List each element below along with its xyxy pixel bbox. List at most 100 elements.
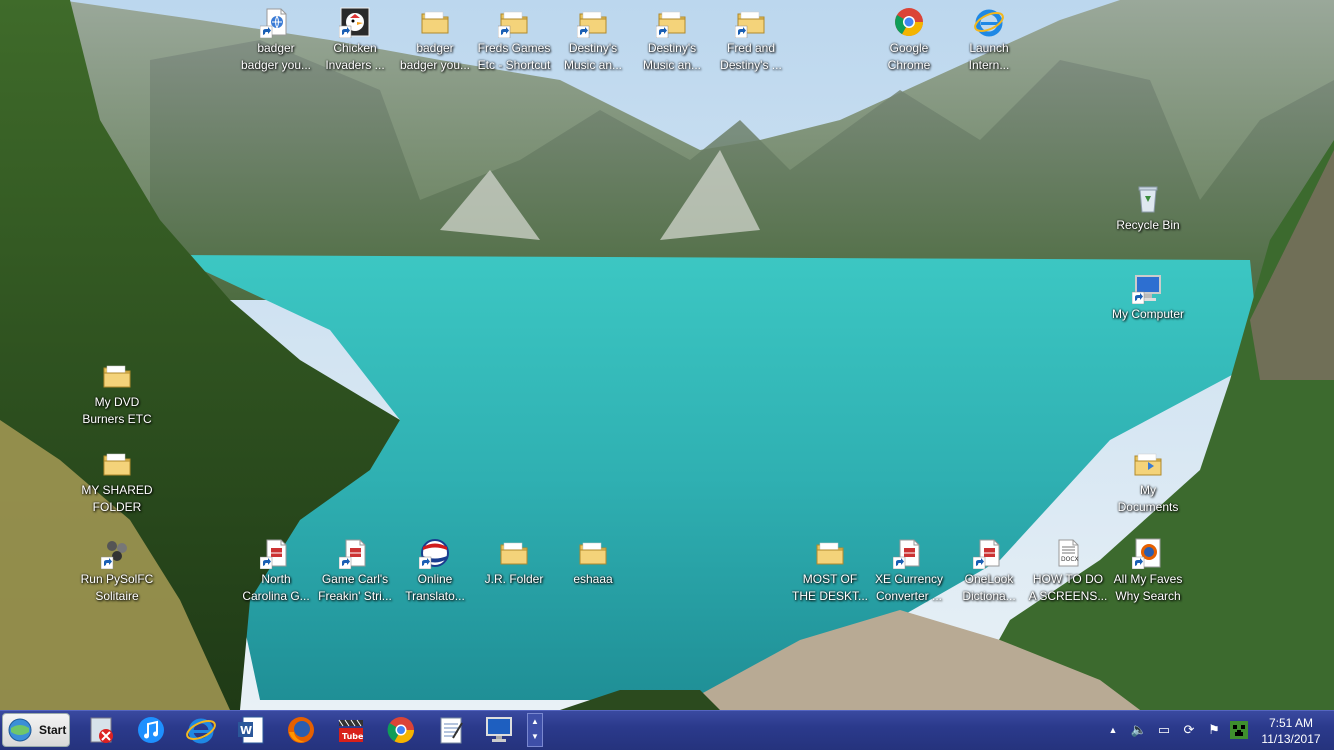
firefox-shortcut-icon	[1132, 537, 1164, 569]
desktop-icon-label: OneLook Dictiona...	[962, 572, 1016, 603]
desktop-icon[interactable]: Game Carl's Freakin' Stri...	[314, 531, 396, 605]
desktop-icon-label: Destiny's Music an...	[563, 41, 623, 72]
desktop-icon[interactable]: My Documents	[1107, 442, 1189, 516]
folder-shortcut-icon	[656, 6, 688, 38]
recycle-bin-icon	[1132, 183, 1164, 215]
my-documents-icon	[1132, 448, 1164, 480]
folder-shortcut-icon	[577, 6, 609, 38]
desktop-icon-label: All My Faves Why Search	[1113, 572, 1183, 603]
taskbar-scroll-control[interactable]: ▲ ▼	[527, 713, 543, 747]
document-shortcut-icon	[893, 537, 925, 569]
clock[interactable]: 7:51 AM 11/13/2017	[1256, 715, 1326, 747]
desktop-icon[interactable]: Chicken Invaders ...	[314, 0, 396, 74]
chicken-invaders-icon	[339, 6, 371, 38]
chrome-icon[interactable]	[382, 713, 420, 747]
desktop-icon-label: Recycle Bin	[1116, 218, 1180, 232]
desktop-icon-label: My Computer	[1111, 307, 1185, 321]
desktop-icon-label: MY SHARED FOLDER	[81, 483, 153, 514]
my-computer-icon	[1132, 272, 1164, 304]
desktop-icon-label: HOW TO DO A SCREENS...	[1028, 572, 1108, 603]
internet-explorer-icon[interactable]	[182, 713, 220, 747]
desktop-icon-label: Fred and Destiny's ...	[720, 41, 782, 72]
folder-icon	[498, 537, 530, 569]
desktop-icon-label: My Documents	[1117, 483, 1179, 514]
folder-icon	[101, 448, 133, 480]
desktop-icon[interactable]: Google Chrome	[868, 0, 950, 74]
start-orb-icon	[8, 718, 32, 742]
desktop-icon-label: Launch Intern...	[968, 41, 1010, 72]
chrome-icon	[893, 6, 925, 38]
desktop-icon[interactable]: OneLook Dictiona...	[948, 531, 1030, 605]
document-shortcut-icon	[339, 537, 371, 569]
volume-icon[interactable]: 🔈	[1130, 721, 1148, 739]
desktop-icon[interactable]: Recycle Bin	[1107, 177, 1189, 234]
svg-text:DOCX: DOCX	[1061, 556, 1079, 563]
desktop-icon[interactable]: badger badger you...	[235, 0, 317, 74]
show-hidden-icons-icon[interactable]: ▲	[1104, 721, 1122, 739]
desktop-icon-label: eshaaa	[573, 572, 613, 586]
desktop-icon[interactable]: Launch Intern...	[948, 0, 1030, 74]
desktop-icon[interactable]: North Carolina G...	[235, 531, 317, 605]
internet-shortcut-icon	[260, 6, 292, 38]
itunes-icon[interactable]	[132, 713, 170, 747]
desktop-icon-label: Google Chrome	[887, 41, 931, 72]
youtube-movie-icon[interactable]: Tube	[332, 713, 370, 747]
desktop-icon[interactable]: Online Translato...	[394, 531, 476, 605]
folder-shortcut-icon	[498, 6, 530, 38]
start-button[interactable]: Start	[2, 713, 70, 747]
internet-explorer-icon	[973, 6, 1005, 38]
svg-text:Tube: Tube	[342, 732, 364, 741]
desktop-icon-label: Game Carl's Freakin' Stri...	[318, 572, 392, 603]
desktop-icon-label: Online Translato...	[405, 572, 465, 603]
desktop-icon[interactable]: eshaaa	[552, 531, 634, 588]
clock-time: 7:51 AM	[1268, 716, 1314, 730]
desktop-icon-label: Chicken Invaders ...	[325, 41, 385, 72]
monitor-icon[interactable]	[480, 713, 518, 747]
start-label: Start	[39, 723, 67, 737]
desktop-icon-label: My DVD Burners ETC	[82, 395, 152, 426]
recycle-app-icon[interactable]	[82, 713, 120, 747]
desktop-icon-label: J.R. Folder	[484, 572, 544, 586]
desktop-icon[interactable]: J.R. Folder	[473, 531, 555, 588]
desktop-icon-label: Destiny's Music an...	[642, 41, 702, 72]
notepad-icon[interactable]	[432, 713, 470, 747]
desktop-icon[interactable]: badger badger you...	[394, 0, 476, 74]
folder-shortcut-icon	[735, 6, 767, 38]
desktop-icon[interactable]: Run PySolFC Solitaire	[76, 531, 158, 605]
folder-icon	[101, 360, 133, 392]
desktop-icon[interactable]: Destiny's Music an...	[631, 0, 713, 74]
word-icon[interactable]: W	[232, 713, 270, 747]
desktop-icon[interactable]: My DVD Burners ETC	[76, 354, 158, 428]
desktop-icon-label: badger badger you...	[240, 41, 312, 72]
folder-icon	[814, 537, 846, 569]
desktop-icon[interactable]: Freds Games Etc - Shortcut	[473, 0, 555, 74]
firefox-icon[interactable]	[282, 713, 320, 747]
desktop-icon[interactable]: MOST OF THE DESKT...	[789, 531, 871, 605]
desktop-icon[interactable]: Destiny's Music an...	[552, 0, 634, 74]
desktop-icon[interactable]: All My Faves Why Search	[1107, 531, 1189, 605]
document-shortcut-icon	[260, 537, 292, 569]
minecraft-icon[interactable]	[1230, 721, 1248, 739]
desktop-icon-label: MOST OF THE DESKT...	[791, 572, 868, 603]
desktop-icon-label: XE Currency Converter ...	[874, 572, 944, 603]
desktop-icon[interactable]: Fred and Destiny's ...	[710, 0, 792, 74]
desktop-icon[interactable]: DOCX HOW TO DO A SCREENS...	[1027, 531, 1109, 605]
sync-icon[interactable]: ⟳	[1180, 721, 1198, 739]
desktop[interactable]: badger badger you... Chicken Invaders ...…	[0, 0, 1334, 710]
desktop-icon-label: Run PySolFC Solitaire	[80, 572, 154, 603]
flag-icon[interactable]: ⚑	[1205, 721, 1223, 739]
solitaire-icon	[101, 537, 133, 569]
desktop-icon-label: Freds Games Etc - Shortcut	[477, 41, 551, 72]
docx-file-icon: DOCX	[1052, 537, 1084, 569]
desktop-icon[interactable]: XE Currency Converter ...	[868, 531, 950, 605]
desktop-icon[interactable]: My Computer	[1107, 266, 1189, 323]
pepsi-shortcut-icon	[419, 537, 451, 569]
desktop-icon-label: badger badger you...	[399, 41, 471, 72]
taskbar: Start W Tube ▲ ▼ ▲ 🔈 ▭ ⟳ ⚑ 7:51 AM 11/13/2017	[0, 710, 1334, 750]
clock-date: 11/13/2017	[1261, 732, 1321, 746]
folder-icon	[577, 537, 609, 569]
network-icon[interactable]: ▭	[1155, 721, 1173, 739]
desktop-icon-label: North Carolina G...	[242, 572, 310, 603]
folder-icon	[419, 6, 451, 38]
desktop-icon[interactable]: MY SHARED FOLDER	[76, 442, 158, 516]
